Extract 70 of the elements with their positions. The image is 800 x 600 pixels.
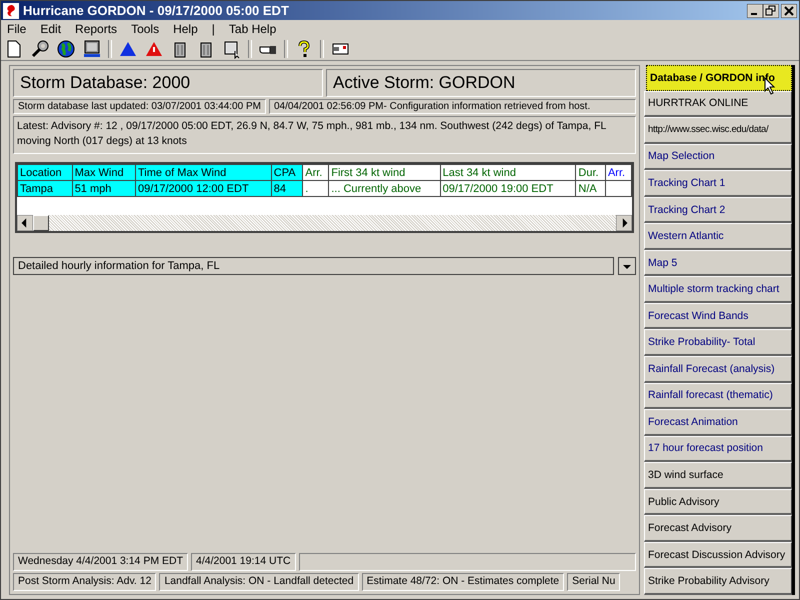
menu-item[interactable]: Edit [40,22,62,36]
side-tab[interactable]: Forecast Wind Bands [644,302,792,330]
side-tab[interactable]: Forecast Animation [644,409,792,436]
status-pane: Serial Nu [567,573,620,591]
table-cell: 09/17/2000 19:00 EDT [440,180,576,196]
side-tab[interactable]: Public Advisory [644,488,792,516]
side-tab[interactable]: 3D wind surface [644,462,792,489]
scroll-right-icon[interactable] [616,215,632,231]
menu-item[interactable]: | [212,22,215,36]
status-pane: Estimate 48/72: ON - Estimates complete [362,573,564,591]
side-tab[interactable]: 17 hour forecast position [644,436,792,462]
column-header: Arr. [605,164,632,180]
detail-dropdown[interactable]: Detailed hourly information for Tampa, FL [13,257,614,275]
table-cell: 51 mph [72,180,136,196]
active-storm-title: Active Storm: GORDON [326,69,636,97]
database-updated-text: Storm database last updated: 03/07/2001 03:44:00 PM [13,99,266,114]
side-tab[interactable]: Database / GORDON info [646,65,792,91]
advisory-text: Latest: Advisory #: 12 , 09/17/2000 05:00 EDT, 26.9 N, 84.7 W, 75 mph., 981 mb., 134 nm. Southwest (242 degs) of Tampa, FL moving North (017 degs) at 13 knots [13,116,636,154]
scroll-left-icon[interactable] [17,215,33,231]
horizontal-scrollbar[interactable] [17,215,632,231]
scroll-thumb[interactable] [33,215,49,231]
table-cell: ... Currently above [328,180,440,196]
side-tab[interactable]: Forecast Discussion Advisory [644,542,792,568]
side-tab[interactable]: Strike Probability- Total [644,329,792,356]
table-cell: Tampa [18,180,72,196]
column-header: Arr. [302,164,329,180]
dropdown-caret-icon[interactable] [618,257,636,275]
column-header: First 34 kt wind [328,164,440,180]
side-tab[interactable]: Map Selection [644,144,792,170]
menu-item[interactable]: Help [173,22,198,36]
side-tab[interactable]: http://www.ssec.wisc.edu/data/ [644,117,792,144]
side-tab[interactable]: Multiple storm tracking chart [644,276,792,303]
status-pane: Landfall Analysis: ON - Landfall detected [159,573,359,591]
database-title: Storm Database: 2000 [13,69,323,97]
configuration-text: 04/04/2001 02:56:09 PM- Configuration information retrieved from host. [268,99,636,114]
column-header: Last 34 kt wind [440,164,576,180]
side-tab[interactable]: Rainfall forecast (thematic) [644,382,792,410]
side-tab[interactable]: HURRTRAK ONLINE [644,90,792,118]
menu-item[interactable]: Tools [131,22,160,36]
globe-icon[interactable] [56,39,76,59]
close-icon[interactable] [781,4,797,18]
status-pane: Wednesday 4/4/2001 3:14 PM EDT [13,553,188,571]
table-cell: 84 [271,180,303,196]
window-title: Hurricane GORDON - 09/17/2000 05:00 EDT [23,3,290,18]
monitor-icon[interactable] [82,39,102,59]
column-header: Max Wind [72,164,136,180]
column-header: Location [18,164,72,180]
table-cell: 09/17/2000 12:00 EDT [135,180,272,196]
side-tab[interactable]: Western Atlantic [644,223,792,250]
menu-item[interactable]: Tab Help [228,22,276,36]
status-pane: Post Storm Analysis: Adv. 12 [13,573,156,591]
column-header: Dur. [576,164,606,180]
side-tab[interactable]: Map 5 [644,250,792,276]
side-tab[interactable]: Rainfall Forecast (analysis) [644,356,792,383]
side-tab[interactable]: Forecast Advisory [644,515,792,542]
hurricane-icon [3,2,19,18]
minimize-icon[interactable] [747,4,763,18]
status-pane: 4/4/2001 19:14 UTC [191,553,296,571]
table-cell [605,180,632,196]
column-header: Time of Max Wind [135,164,272,180]
menu-item[interactable]: File [7,22,26,36]
menu-item[interactable]: Reports [75,22,118,36]
column-header: CPA [271,164,303,180]
side-tab[interactable]: Strike Probability Advisory [644,568,792,595]
table-cell: . [302,180,329,196]
table-cell: N/A [576,180,606,196]
side-tab[interactable]: Tracking Chart 2 [644,196,792,224]
window-cursor-icon[interactable] [222,39,242,59]
side-tab[interactable]: Tracking Chart 1 [644,170,792,197]
restore-icon[interactable] [763,4,779,18]
